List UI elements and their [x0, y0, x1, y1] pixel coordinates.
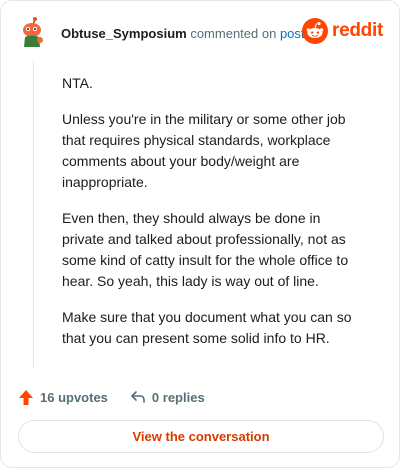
- username-link[interactable]: Obtuse_Symposium: [61, 26, 187, 41]
- comment-paragraph: NTA.: [62, 75, 93, 91]
- reddit-logo[interactable]: reddit: [302, 18, 383, 44]
- upvote-arrow-icon: [19, 389, 33, 405]
- reply-arrow-icon: [131, 391, 145, 403]
- post-link[interactable]: post: [280, 26, 305, 41]
- upvote-button[interactable]: 16 upvotes: [18, 389, 108, 406]
- view-conversation-button[interactable]: View the conversation: [18, 420, 384, 453]
- comment-attribution: Obtuse_Symposium commented on post: [61, 26, 305, 41]
- commented-on-label: commented on: [190, 26, 277, 41]
- reddit-wordmark: reddit: [332, 20, 383, 41]
- comment-actions: 16 upvotes 0 replies: [18, 387, 205, 407]
- snoo-avatar-icon[interactable]: [17, 16, 51, 50]
- comment-body: NTA. Unless you're in the military or so…: [62, 73, 362, 364]
- reply-count: 0 replies: [151, 389, 205, 405]
- comment-paragraph: Unless you're in the military or some ot…: [62, 111, 346, 190]
- reddit-alien-icon: [302, 18, 329, 44]
- thread-line: [33, 61, 34, 369]
- upvote-count: 16 upvotes: [40, 389, 108, 405]
- comment-paragraph: Even then, they should always be done in…: [62, 210, 349, 289]
- reply-button[interactable]: 0 replies: [130, 390, 205, 405]
- comment-card: Obtuse_Symposium commented on post reddi…: [0, 0, 400, 468]
- comment-paragraph: Make sure that you document what you can…: [62, 309, 352, 346]
- comment-header: Obtuse_Symposium commented on post reddi…: [17, 16, 383, 52]
